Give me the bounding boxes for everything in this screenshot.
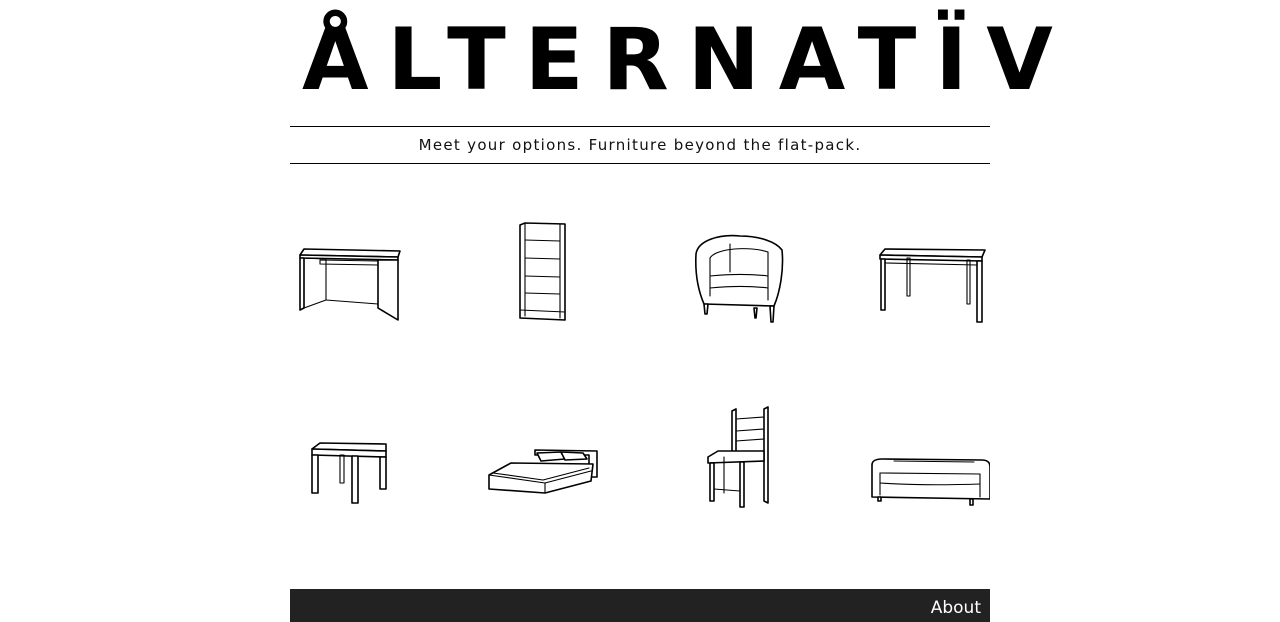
catalog-item-side-table[interactable] — [290, 385, 410, 515]
desk-icon — [299, 248, 401, 321]
catalog-item-chair[interactable] — [680, 385, 800, 515]
footer-bar: About — [290, 589, 990, 622]
catalog-item-dining-table[interactable] — [875, 200, 995, 330]
site-logo[interactable]: ÅLTERNATÏV — [290, 0, 1053, 110]
catalog-item-bookcase[interactable] — [485, 200, 605, 330]
tagline: Meet your options. Furniture beyond the … — [418, 136, 862, 154]
bed-icon — [488, 449, 598, 494]
bookcase-icon — [519, 222, 566, 321]
armchair-icon — [695, 234, 784, 323]
tagline-bar: Meet your options. Furniture beyond the … — [290, 126, 990, 164]
catalog-item-sofa[interactable] — [870, 385, 990, 515]
chair-icon — [707, 406, 769, 508]
page: ÅLTERNATÏV Meet your options. Furniture … — [290, 0, 1053, 622]
catalog-item-bed[interactable] — [485, 385, 605, 515]
sofa-icon — [871, 458, 990, 506]
side-table-icon — [311, 442, 387, 504]
catalog-item-desk[interactable] — [290, 200, 410, 330]
logo-wordmark: ÅLTERNATÏV — [302, 10, 1072, 110]
dining-table-icon — [879, 248, 986, 323]
catalog-item-armchair[interactable] — [680, 200, 800, 330]
about-link[interactable]: About — [931, 598, 981, 618]
